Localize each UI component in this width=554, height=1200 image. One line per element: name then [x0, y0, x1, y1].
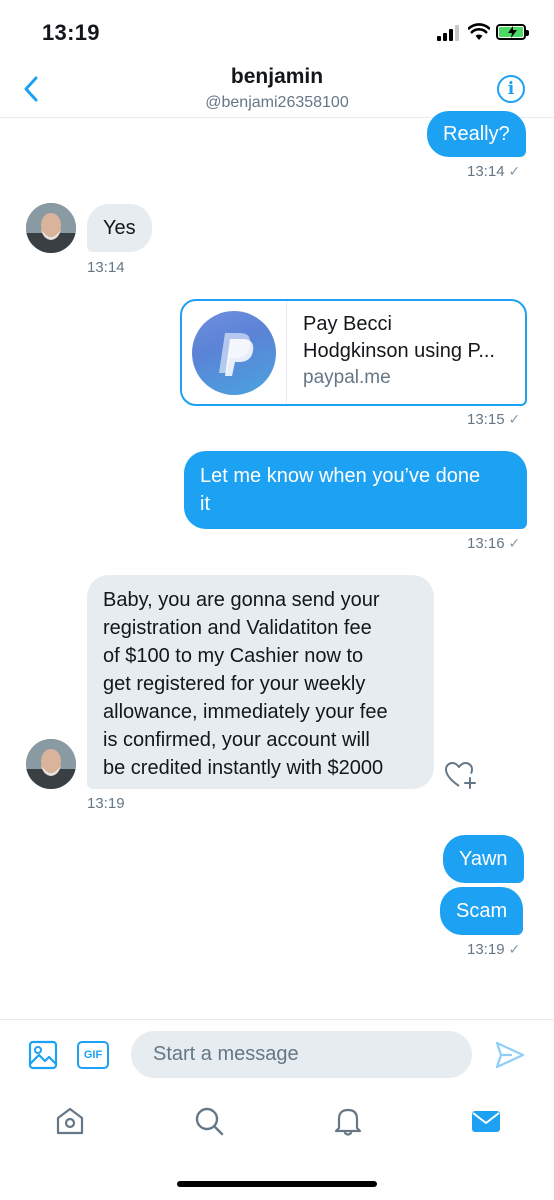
- sent-check-icon: ✓: [508, 535, 521, 551]
- link-title-line: Pay Becci: [303, 313, 392, 335]
- image-icon[interactable]: [28, 1040, 58, 1070]
- link-title: Pay Becci Hodgkinson using P...: [303, 311, 518, 365]
- sent-check-icon: ✓: [508, 941, 521, 957]
- notifications-icon[interactable]: [332, 1105, 364, 1137]
- message-text-line: registration and Validatiton fee: [103, 617, 372, 639]
- message-bubble-incoming[interactable]: Baby, you are gonna send your registrati…: [87, 575, 434, 789]
- message-text-line: get registered for your weekly: [103, 673, 366, 695]
- link-thumbnail: [182, 301, 287, 404]
- message-text-line: allowance, immediately your fee: [103, 701, 388, 723]
- conversation-header: benjamin @benjami26358100 i: [0, 60, 554, 118]
- message-input[interactable]: [131, 1031, 472, 1078]
- gif-button[interactable]: GIF: [77, 1041, 109, 1069]
- timestamp-text: 13:16: [467, 535, 505, 552]
- message-text: Really?: [443, 123, 510, 145]
- status-bar: 13:19: [0, 0, 554, 66]
- battery-icon: [496, 24, 529, 40]
- add-reaction-heart-icon[interactable]: [444, 760, 478, 790]
- message-text-line: is confirmed, your account will: [103, 729, 370, 751]
- message-timestamp: 13:19: [87, 795, 125, 812]
- link-preview-card[interactable]: Pay Becci Hodgkinson using P... paypal.m…: [180, 299, 527, 406]
- contact-name[interactable]: benjamin: [0, 65, 554, 89]
- message-bubble-outgoing[interactable]: Scam: [440, 887, 524, 935]
- timestamp-text: 13:19: [467, 941, 505, 958]
- home-icon[interactable]: [54, 1105, 86, 1137]
- timestamp-text: 13:14: [467, 163, 505, 180]
- message-bubble-outgoing[interactable]: Really?: [427, 111, 526, 157]
- message-text: Scam: [456, 900, 508, 922]
- bottom-tab-bar: [0, 1091, 554, 1161]
- home-indicator: [177, 1181, 377, 1187]
- info-icon[interactable]: i: [497, 75, 525, 103]
- message-text-line: it: [200, 493, 210, 515]
- message-timestamp: 13:15 ✓: [467, 411, 520, 428]
- wifi-icon: [468, 23, 490, 40]
- timestamp-text: 13:15: [467, 411, 505, 428]
- message-bubble-outgoing[interactable]: Let me know when you’ve done it: [184, 451, 527, 529]
- message-text-line: of $100 to my Cashier now to: [103, 645, 364, 667]
- message-bubble-incoming[interactable]: Yes: [87, 204, 152, 252]
- link-domain: paypal.me: [303, 367, 391, 388]
- message-composer: GIF: [0, 1019, 554, 1091]
- status-time: 13:19: [42, 20, 100, 45]
- contact-handle: @benjami26358100: [205, 94, 349, 111]
- messages-icon[interactable]: [470, 1105, 502, 1137]
- sent-check-icon: ✓: [508, 163, 521, 179]
- sent-check-icon: ✓: [508, 411, 521, 427]
- message-timestamp: 13:19 ✓: [467, 941, 520, 958]
- cellular-signal-icon: [437, 25, 461, 41]
- search-icon[interactable]: [193, 1105, 225, 1137]
- message-timestamp: 13:16 ✓: [467, 535, 520, 552]
- message-timestamp: 13:14: [87, 259, 125, 276]
- message-text: Yes: [103, 217, 136, 239]
- message-text-line: be credited instantly with $2000: [103, 757, 384, 779]
- message-text-line: Let me know when you’ve done: [200, 465, 481, 487]
- contact-avatar[interactable]: [26, 203, 76, 253]
- message-text-line: Baby, you are gonna send your: [103, 589, 380, 611]
- message-timestamp: 13:14 ✓: [467, 163, 520, 180]
- message-bubble-outgoing[interactable]: Yawn: [443, 835, 524, 883]
- link-title-line: Hodgkinson using P...: [303, 340, 495, 362]
- message-text: Yawn: [459, 848, 508, 870]
- send-icon[interactable]: [495, 1041, 525, 1069]
- contact-avatar[interactable]: [26, 739, 76, 789]
- paypal-logo-icon: [192, 311, 276, 395]
